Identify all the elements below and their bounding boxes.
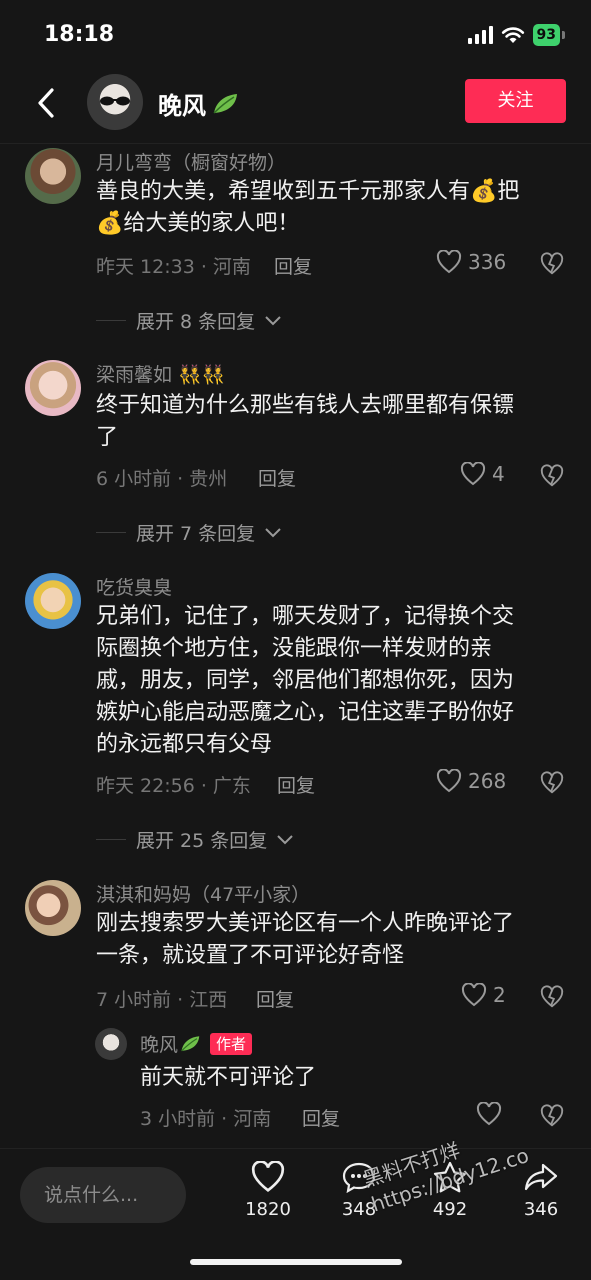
wifi-icon <box>501 27 524 43</box>
chevron-down-icon <box>265 527 281 537</box>
dislike-icon[interactable] <box>540 771 564 795</box>
like-button[interactable]: 2 <box>461 983 506 1007</box>
comment-avatar[interactable] <box>25 573 81 629</box>
heart-icon <box>436 250 462 274</box>
comment-text-line: 终于知道为什么那些有钱人去哪里都有保镖 <box>96 393 515 418</box>
chevron-down-icon <box>277 834 293 844</box>
comment-text: 善良的大美，希望收到五千元那家人有💰把 💰给大美的家人吧！ <box>96 176 566 240</box>
favorite-total: 492 <box>432 1199 468 1220</box>
leaf-icon <box>181 1035 200 1051</box>
expand-divider <box>96 532 126 533</box>
home-indicator[interactable] <box>190 1259 402 1265</box>
comment-text-line: 嫉妒心能启动恶魔之心，记住这辈子盼你好 <box>96 700 515 725</box>
comment-text-line: 善良的大美，希望收到五千元那家人有💰把 <box>96 179 520 204</box>
heart-icon <box>460 462 486 486</box>
reply-meta: 3 小时前 · 河南 <box>140 1108 272 1130</box>
comment-text: 终于知道为什么那些有钱人去哪里都有保镖 了 <box>96 390 566 454</box>
comment-text-line: 戚，朋友，同学，邻居他们都想你死，因为 <box>96 668 515 693</box>
comment-text-line: 💰给大美的家人吧！ <box>96 211 300 236</box>
battery-level: 93 <box>532 24 560 46</box>
battery-tip <box>562 31 565 39</box>
expand-divider <box>96 320 126 321</box>
reply-button[interactable]: 回复 <box>302 1104 340 1131</box>
like-count: 268 <box>468 769 507 793</box>
expand-label: 展开 8 条回复 <box>136 311 256 333</box>
reply-button[interactable]: 回复 <box>256 985 294 1012</box>
follow-button[interactable]: 关注 <box>465 79 566 123</box>
comment-username-text: 梁雨馨如 <box>96 364 173 386</box>
comment-input[interactable]: 说点什么... <box>20 1167 186 1223</box>
header-username[interactable]: 晚风 <box>158 86 240 121</box>
comment-meta: 7 小时前 · 江西 <box>96 989 228 1011</box>
status-bar: 18:18 93 <box>0 0 591 72</box>
comment-text-line: 的永远都只有父母 <box>96 732 273 757</box>
header-username-text: 晚风 <box>158 92 206 120</box>
like-button[interactable]: 268 <box>436 769 506 793</box>
status-icons: 93 <box>467 24 565 46</box>
username-emoji: 👯👯 <box>178 364 226 386</box>
heart-icon <box>436 769 462 793</box>
expand-replies[interactable]: 展开 25 条回复 <box>96 826 293 853</box>
comment-meta: 昨天 12:33 · 河南 <box>96 256 251 278</box>
comment-text: 刚去搜索罗大美评论区有一个人昨晚评论了 一条，就设置了不可评论好奇怪 <box>96 908 566 972</box>
reply-button[interactable]: 回复 <box>277 771 315 798</box>
share-total: 346 <box>523 1199 559 1220</box>
header-avatar[interactable] <box>87 74 143 130</box>
comment-avatar[interactable] <box>25 148 81 204</box>
dislike-icon[interactable] <box>540 464 564 488</box>
heart-icon <box>251 1161 285 1193</box>
reply-username-text: 晚风 <box>140 1034 179 1056</box>
comment-avatar[interactable] <box>25 360 81 416</box>
sunglasses-graphic <box>100 96 130 106</box>
expand-replies[interactable]: 展开 8 条回复 <box>96 307 281 334</box>
reply-button[interactable]: 回复 <box>274 252 312 279</box>
comment-username[interactable]: 梁雨馨如 👯👯 <box>96 360 225 387</box>
dislike-icon[interactable] <box>540 985 564 1009</box>
status-time: 18:18 <box>44 22 115 47</box>
like-button[interactable]: 4 <box>460 462 505 486</box>
expand-label: 展开 7 条回复 <box>136 523 256 545</box>
chevron-down-icon <box>265 315 281 325</box>
reply-username[interactable]: 晚风 作者 <box>140 1030 253 1057</box>
comment-text-line: 了 <box>96 425 119 450</box>
like-button[interactable]: 336 <box>436 250 506 274</box>
heart-icon <box>461 983 487 1007</box>
reply-text: 前天就不可评论了 <box>140 1065 317 1090</box>
header: 晚风 关注 <box>0 72 591 140</box>
comment-meta: 6 小时前 · 贵州 <box>96 468 228 490</box>
comment-text-line: 刚去搜索罗大美评论区有一个人昨晚评论了 <box>96 911 515 936</box>
comment-text-line: 际圈换个地方住，没能跟你一样发财的亲 <box>96 636 493 661</box>
comment-text-line: 一条，就设置了不可评论好奇怪 <box>96 943 405 968</box>
expand-replies[interactable]: 展开 7 条回复 <box>96 519 281 546</box>
leaf-icon <box>213 93 237 114</box>
like-count: 2 <box>493 983 506 1007</box>
author-badge: 作者 <box>210 1032 253 1055</box>
expand-divider <box>96 839 126 840</box>
header-divider <box>0 143 591 144</box>
dislike-icon[interactable] <box>540 252 564 276</box>
comment-avatar[interactable] <box>25 880 81 936</box>
comment-username[interactable]: 淇淇和妈妈（47平小家） <box>96 880 310 907</box>
comment-username[interactable]: 吃货臭臭 <box>96 573 172 600</box>
like-total: 1820 <box>245 1199 291 1220</box>
comment-text-line: 兄弟们，记住了，哪天发财了，记得换个交 <box>96 604 515 629</box>
reply-button[interactable]: 回复 <box>258 464 296 491</box>
expand-label: 展开 25 条回复 <box>136 830 268 852</box>
comment-meta: 昨天 22:56 · 广东 <box>96 775 251 797</box>
like-action[interactable]: 1820 <box>233 1161 303 1220</box>
like-count: 336 <box>468 250 507 274</box>
comment-text: 兄弟们，记住了，哪天发财了，记得换个交 际圈换个地方住，没能跟你一样发财的亲 戚… <box>96 601 566 761</box>
cellular-signal-icon <box>467 26 493 44</box>
comment-username[interactable]: 月儿弯弯（橱窗好物） <box>96 148 286 175</box>
like-count: 4 <box>492 462 505 486</box>
reply-avatar[interactable] <box>95 1028 127 1060</box>
back-arrow-icon[interactable] <box>30 86 64 120</box>
